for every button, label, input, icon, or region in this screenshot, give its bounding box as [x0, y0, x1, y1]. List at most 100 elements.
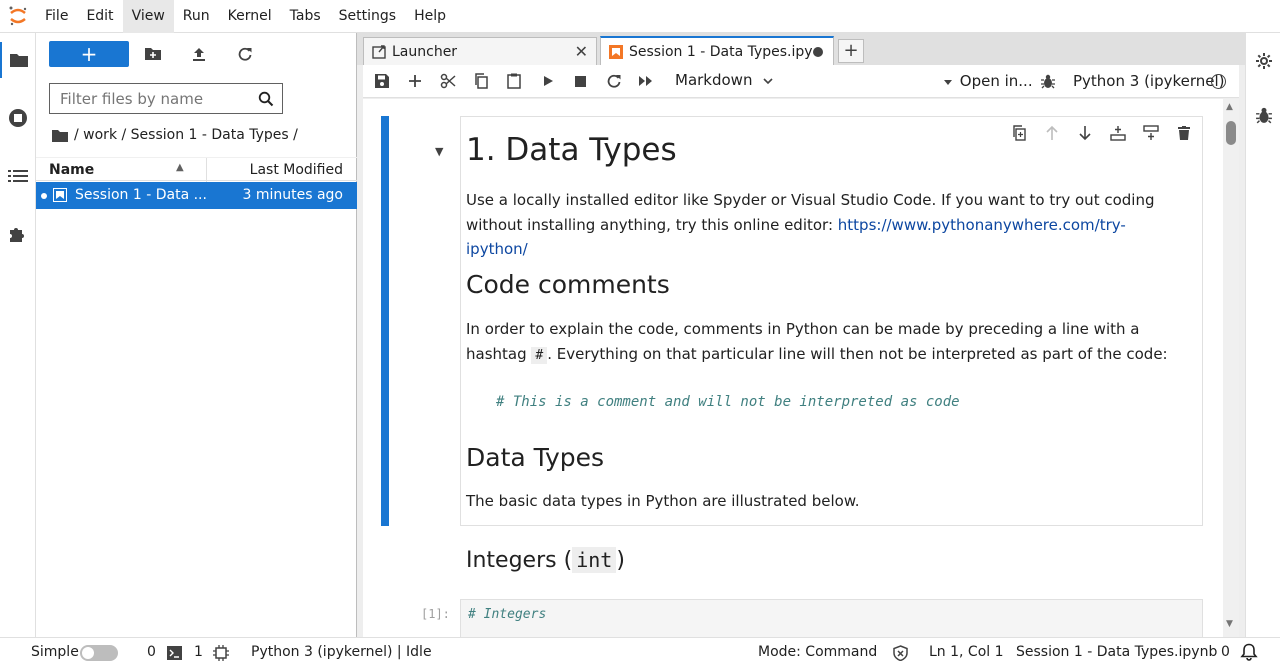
menu-settings[interactable]: Settings — [330, 0, 405, 33]
notebook-icon — [609, 44, 623, 59]
listing-header: Name ▲ Last Modified — [36, 157, 357, 182]
delete-cell-icon[interactable] — [1172, 121, 1196, 145]
insert-cell-icon[interactable] — [402, 69, 428, 93]
notebook-panel: ▼ 1. Data Types Use a locally installed … — [363, 99, 1239, 637]
save-icon[interactable] — [369, 69, 395, 93]
integers-close: ) — [616, 548, 625, 573]
property-inspector-icon[interactable] — [1246, 43, 1280, 79]
folder-icon[interactable] — [0, 42, 36, 78]
status-bar: Simple 0 1 Python 3 (ipykernel) | Idle M… — [0, 637, 1280, 665]
file-name: Session 1 - Data ... — [75, 187, 207, 203]
menu-kernel[interactable]: Kernel — [219, 0, 281, 33]
column-name[interactable]: Name — [49, 162, 94, 178]
tab-launcher[interactable]: Launcher ✕ — [363, 37, 597, 65]
run-icon[interactable] — [535, 69, 561, 93]
refresh-icon[interactable] — [233, 42, 257, 66]
file-browser: + Filter files by name / work / Session … — [36, 33, 357, 637]
stop-icon[interactable] — [567, 69, 593, 93]
menu-view[interactable]: View — [122, 0, 174, 33]
move-down-icon[interactable] — [1073, 121, 1097, 145]
new-tab-button[interactable]: + — [838, 39, 864, 63]
unsaved-dot-icon[interactable] — [813, 47, 823, 57]
running-icon[interactable] — [0, 100, 36, 136]
kernel-name-button[interactable]: Python 3 (ipykernel) — [1073, 72, 1225, 90]
active-cell-indicator — [381, 116, 389, 526]
int-code: int — [572, 547, 617, 573]
main-area: Launcher ✕ Session 1 - Data Types.ipynb … — [357, 33, 1245, 637]
jupyter-logo-icon[interactable] — [0, 0, 36, 33]
intro-paragraph: Use a locally installed editor like Spyd… — [466, 188, 1186, 262]
comments-paragraph: In order to explain the code, comments i… — [466, 317, 1186, 368]
collapse-heading-icon[interactable]: ▼ — [435, 145, 443, 158]
cell-toolbar — [1007, 121, 1196, 145]
mode-indicator: Mode: Command — [758, 644, 878, 660]
file-modified: 3 minutes ago — [242, 187, 343, 203]
toggle-knob — [82, 647, 94, 659]
close-icon[interactable]: ✕ — [575, 42, 588, 61]
scroll-up-icon[interactable]: ▲ — [1226, 102, 1233, 112]
tab-label: Session 1 - Data Types.ipynb — [629, 43, 813, 60]
menu-edit[interactable]: Edit — [77, 0, 122, 33]
kernel-status-text[interactable]: Python 3 (ipykernel) | Idle — [251, 644, 432, 660]
column-last-modified[interactable]: Last Modified — [250, 162, 343, 178]
notification-count: 0 — [1221, 644, 1230, 660]
kernel-idle-indicator — [1211, 74, 1226, 89]
kernel-icon — [213, 645, 229, 665]
code-comment: # Integers — [468, 607, 547, 622]
menu-help[interactable]: Help — [405, 0, 455, 33]
cell-type-select[interactable]: Markdown — [675, 71, 773, 89]
filter-placeholder: Filter files by name — [60, 89, 204, 108]
extension-icon[interactable] — [0, 216, 36, 252]
simple-mode-label: Simple — [31, 644, 79, 660]
copy-icon[interactable] — [468, 69, 494, 93]
caret-down-icon — [944, 80, 952, 85]
menu-tabs[interactable]: Tabs — [281, 0, 330, 33]
vertical-scrollbar[interactable]: ▲ ▼ — [1223, 99, 1239, 637]
fast-forward-icon[interactable] — [633, 69, 659, 93]
data-types-paragraph: The basic data types in Python are illus… — [466, 492, 860, 510]
breadcrumb-path[interactable]: / work / Session 1 - Data Types / — [74, 127, 298, 143]
code-cell[interactable]: # Integers — [460, 599, 1203, 637]
launcher-icon — [372, 44, 386, 59]
current-file-path: Session 1 - Data Types.ipynb — [1016, 644, 1218, 660]
terminal-count[interactable]: 0 — [147, 644, 156, 660]
terminal-icon — [167, 646, 182, 664]
simple-mode-toggle[interactable] — [80, 645, 118, 661]
debugger-icon[interactable] — [1035, 69, 1061, 93]
file-row[interactable]: Session 1 - Data ... 3 minutes ago — [36, 182, 357, 209]
filter-files-input[interactable]: Filter files by name — [49, 83, 283, 114]
comment-code-example: # This is a comment and will not be inte… — [496, 394, 960, 410]
toc-icon[interactable] — [0, 158, 36, 194]
heading-integers: Integers (int) — [466, 547, 625, 573]
menu-file[interactable]: File — [36, 0, 77, 33]
search-icon — [258, 91, 274, 106]
comments-text-2: . Everything on that particular line wil… — [547, 344, 1168, 363]
paste-icon[interactable] — [501, 69, 527, 93]
scroll-thumb[interactable] — [1226, 121, 1236, 145]
trust-shield-icon[interactable] — [893, 645, 908, 665]
cell-type-value: Markdown — [675, 71, 753, 89]
breadcrumb: / work / Session 1 - Data Types / — [52, 123, 298, 147]
insert-above-icon[interactable] — [1106, 121, 1130, 145]
home-folder-icon[interactable] — [52, 129, 68, 142]
new-folder-icon[interactable] — [141, 42, 165, 66]
duplicate-cell-icon[interactable] — [1007, 121, 1031, 145]
restart-icon[interactable] — [601, 69, 627, 93]
cut-icon[interactable] — [435, 69, 461, 93]
insert-below-icon[interactable] — [1139, 121, 1163, 145]
move-up-icon[interactable] — [1040, 121, 1064, 145]
execution-prompt: [1]: — [421, 607, 450, 621]
cursor-position[interactable]: Ln 1, Col 1 — [929, 644, 1004, 660]
upload-icon[interactable] — [187, 42, 211, 66]
open-in-menu[interactable]: Open in... — [944, 72, 1033, 90]
integers-text: Integers ( — [466, 548, 573, 573]
column-resize-handle[interactable] — [206, 158, 207, 182]
menu-run[interactable]: Run — [174, 0, 219, 33]
scroll-down-icon[interactable]: ▼ — [1226, 619, 1233, 629]
tab-notebook[interactable]: Session 1 - Data Types.ipynb — [600, 36, 834, 65]
kernel-count[interactable]: 1 — [194, 644, 203, 660]
debugger-sidebar-icon[interactable] — [1246, 97, 1280, 133]
new-launcher-button[interactable]: + — [49, 41, 129, 67]
heading-code-comments: Code comments — [466, 270, 670, 299]
bell-icon[interactable] — [1240, 643, 1258, 665]
